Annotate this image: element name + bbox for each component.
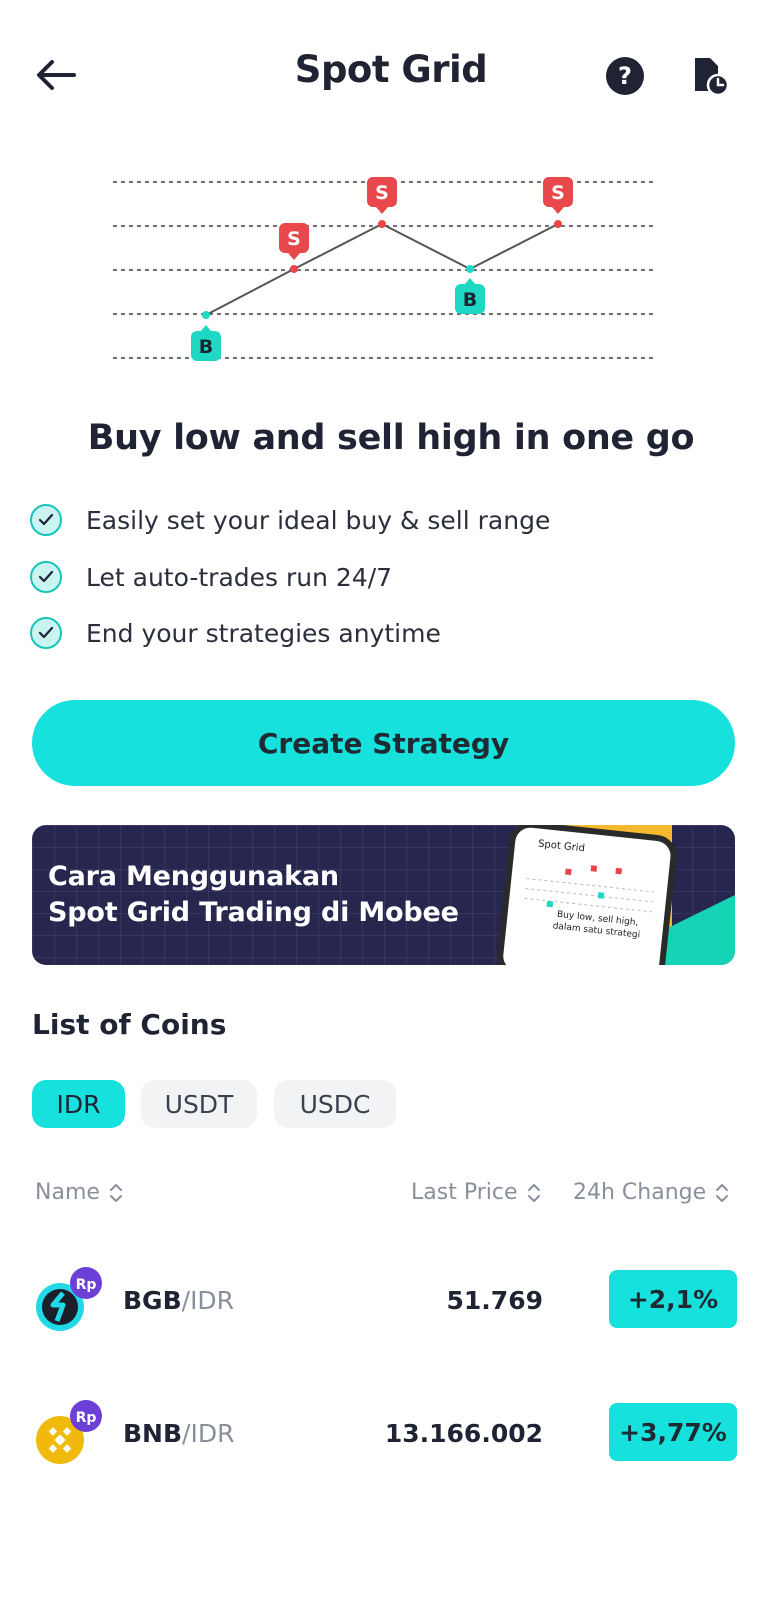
feature-text: Let auto-trades run 24/7 [86, 562, 393, 592]
page-title: Spot Grid [294, 48, 488, 91]
column-header-last-price[interactable]: Last Price [411, 1180, 542, 1205]
svg-text:Rp: Rp [76, 1410, 97, 1426]
column-header-24h-change[interactable]: 24h Change [573, 1180, 730, 1205]
tab-idr[interactable]: IDR [32, 1080, 125, 1128]
spot-grid-illustration: S S S B B [110, 170, 670, 380]
sell-tag: S [551, 182, 565, 204]
history-document-icon[interactable] [690, 55, 730, 97]
check-icon [30, 561, 62, 593]
table-row[interactable]: Rp BGB/IDR 51.769 +2,1% [0, 1260, 782, 1344]
last-price: 13.166.002 [384, 1419, 543, 1448]
feature-item: End your strategies anytime [30, 613, 441, 653]
table-row[interactable]: Rp BNB/IDR 13.166.002 +3,77% [0, 1393, 782, 1477]
feature-text: Easily set your ideal buy & sell range [86, 505, 551, 535]
feature-item: Let auto-trades run 24/7 [30, 557, 392, 597]
tab-usdt[interactable]: USDT [141, 1080, 257, 1128]
sort-icon [716, 1183, 729, 1202]
change-badge: +3,77% [609, 1403, 737, 1461]
tab-usdc[interactable]: USDC [274, 1080, 396, 1128]
column-header-name[interactable]: Name [35, 1180, 124, 1205]
create-strategy-button[interactable]: Create Strategy [32, 700, 735, 786]
pair-name: BGB/IDR [123, 1286, 235, 1315]
headline: Buy low and sell high in one go [87, 418, 695, 458]
last-price: 51.769 [446, 1286, 543, 1315]
feature-text: End your strategies anytime [86, 618, 441, 648]
sell-tag: S [375, 182, 389, 204]
sort-icon [527, 1183, 540, 1202]
sell-tag: S [287, 228, 301, 250]
feature-item: Easily set your ideal buy & sell range [30, 500, 550, 540]
sort-icon [109, 1183, 122, 1202]
help-icon[interactable]: ? [605, 56, 645, 96]
pair-name: BNB/IDR [123, 1419, 235, 1448]
tutorial-banner[interactable]: Spot Grid Buy low, sell high, dalam satu … [32, 825, 735, 965]
svg-text:Rp: Rp [76, 1277, 97, 1293]
bgb-coin-icon: Rp [34, 1263, 102, 1331]
list-of-coins-title: List of Coins [32, 1008, 227, 1041]
banner-title: Cara Menggunakan Spot Grid Trading di Mo… [48, 861, 459, 928]
check-icon [30, 504, 62, 536]
change-badge: +2,1% [609, 1270, 737, 1328]
svg-text:?: ? [618, 62, 632, 90]
check-icon [30, 617, 62, 649]
bnb-coin-icon: Rp [34, 1396, 102, 1464]
buy-tag: B [463, 289, 477, 311]
buy-tag: B [199, 336, 213, 358]
